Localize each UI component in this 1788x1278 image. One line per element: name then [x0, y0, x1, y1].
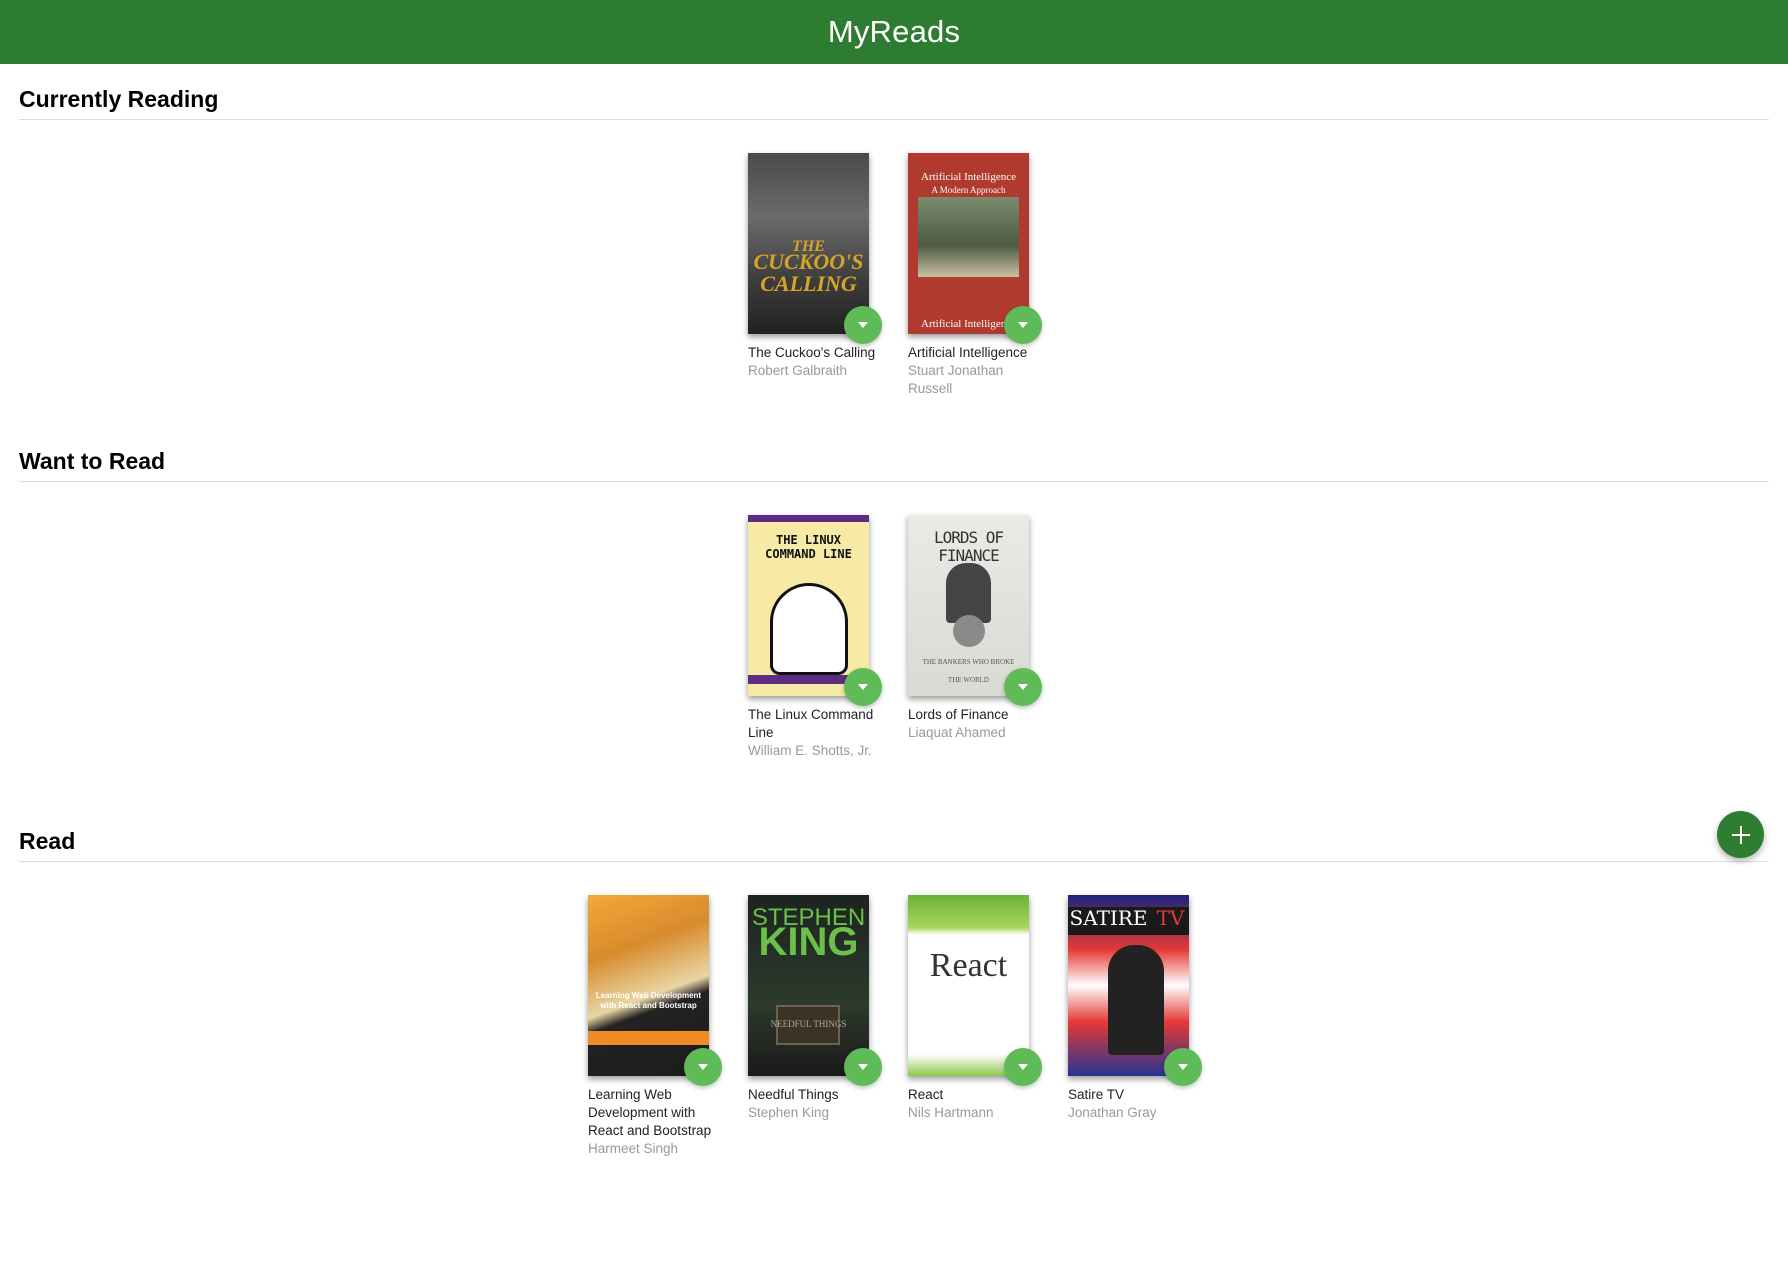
- shelf-changer-button[interactable]: [1164, 1048, 1202, 1086]
- shelf-changer-button[interactable]: [1004, 1048, 1042, 1086]
- cover-text: with React and Bootstrap: [600, 1001, 697, 1010]
- cover-stripe: [588, 1031, 709, 1045]
- cover-text: NEEDFUL THINGS: [770, 1019, 847, 1029]
- book-title: React: [908, 1087, 944, 1102]
- shelf-changer-button[interactable]: [1004, 306, 1042, 344]
- book-author: William E. Shotts, Jr.: [748, 743, 872, 758]
- cover-text: CUCKOO'S: [753, 249, 864, 274]
- arrow-drop-down-icon: [1018, 684, 1028, 690]
- shelf-title: Want to Read: [19, 442, 1769, 482]
- book-title: Artificial Intelligence: [908, 345, 1028, 360]
- cover-text: COMMAND LINE: [765, 547, 852, 561]
- book-title: Satire TV: [1068, 1087, 1125, 1102]
- cover-illustration: [770, 583, 848, 675]
- book-cover[interactable]: STEPHEN KING NEEDFUL THINGS: [748, 895, 869, 1076]
- cover-text: KING: [758, 920, 859, 964]
- book-author: Nils Hartmann: [908, 1105, 994, 1120]
- book-author: Jonathan Gray: [1068, 1105, 1157, 1120]
- book-author: Liaquat Ahamed: [908, 725, 1006, 740]
- plus-icon: [1731, 825, 1750, 844]
- book-title: The Linux Command Line: [748, 707, 874, 740]
- book-author: Stuart Jonathan Russell: [908, 363, 1004, 396]
- arrow-drop-down-icon: [1178, 1064, 1188, 1070]
- cover-text: TV: [1156, 906, 1185, 930]
- add-book-button[interactable]: [1717, 811, 1764, 858]
- book-cover[interactable]: Artificial Intelligence A Modern Approac…: [908, 153, 1029, 334]
- book-title: Lords of Finance: [908, 707, 1009, 722]
- shelf-title: Read: [19, 822, 1769, 862]
- shelf-changer-button[interactable]: [684, 1048, 722, 1086]
- arrow-drop-down-icon: [1018, 322, 1028, 328]
- cover-stripe: [748, 515, 869, 522]
- book-title: The Cuckoo's Calling: [748, 345, 876, 360]
- book-title: Needful Things: [748, 1087, 839, 1102]
- book-cover[interactable]: THE LINUX COMMAND LINE: [748, 515, 869, 696]
- globe-illustration: [953, 615, 985, 647]
- cover-text: CALLING: [760, 271, 857, 296]
- shelf-currently-reading: Currently Reading THE CUCKOO'S CALLING T…: [19, 80, 1769, 396]
- book-cover[interactable]: LORDS OF FINANCE THE BANKERS WHO BROKE T…: [908, 515, 1029, 696]
- book-author: Stephen King: [748, 1105, 830, 1120]
- book-cover[interactable]: SATIRE TV: [1068, 895, 1189, 1076]
- book-cover[interactable]: Learning Web Development with React and …: [588, 895, 709, 1076]
- cover-illustration: [1108, 945, 1164, 1055]
- arrow-drop-down-icon: [858, 1064, 868, 1070]
- book-author: Harmeet Singh: [588, 1141, 679, 1156]
- book-title: Learning Web Development with React and …: [588, 1087, 712, 1138]
- cover-illustration: [946, 563, 991, 623]
- arrow-drop-down-icon: [858, 322, 868, 328]
- cover-text: LORDS OF FINANCE: [933, 528, 1004, 565]
- cover-illustration: [918, 197, 1019, 277]
- book-cover[interactable]: THE CUCKOO'S CALLING: [748, 153, 869, 334]
- shelf-want-to-read: Want to Read THE LINUX COMMAND LINE The …: [19, 442, 1769, 758]
- cover-text: React: [929, 947, 1008, 984]
- shelf-changer-button[interactable]: [844, 306, 882, 344]
- arrow-drop-down-icon: [1018, 1064, 1028, 1070]
- book-author: Robert Galbraith: [748, 363, 848, 378]
- arrow-drop-down-icon: [698, 1064, 708, 1070]
- shelf-title: Currently Reading: [19, 80, 1769, 120]
- shelf-changer-button[interactable]: [844, 668, 882, 706]
- book-cover[interactable]: React: [908, 895, 1029, 1076]
- shelf-changer-button[interactable]: [1004, 668, 1042, 706]
- arrow-drop-down-icon: [858, 684, 868, 690]
- app-title: MyReads: [827, 14, 961, 49]
- app-bar: MyReads: [0, 0, 1788, 64]
- shelf-read: Read Learning Web Development with React…: [19, 822, 1769, 1156]
- shelf-changer-button[interactable]: [844, 1048, 882, 1086]
